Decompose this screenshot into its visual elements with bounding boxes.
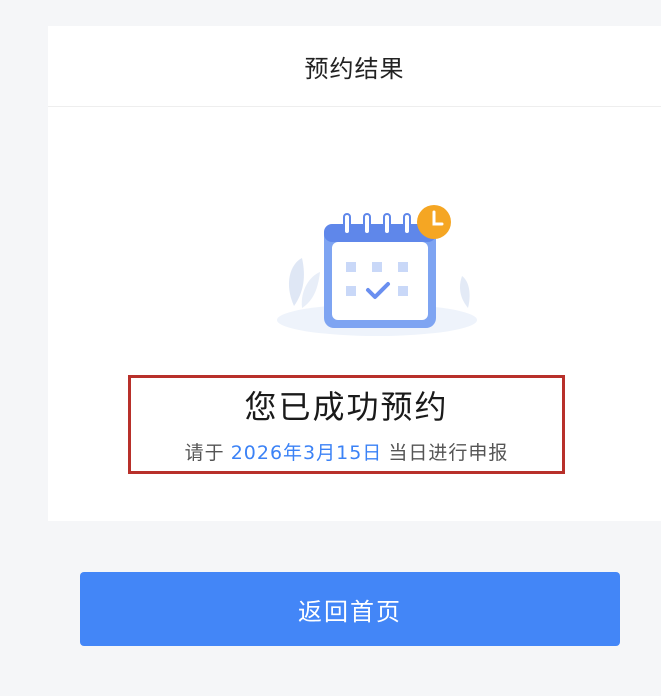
result-card: 预约结果 您已成功预约 请于 2026年3月15日 当日进行申报 xyxy=(48,26,661,521)
result-prefix: 请于 xyxy=(184,442,225,464)
result-subtitle: 请于 2026年3月15日 当日进行申报 xyxy=(131,438,562,465)
page-title: 预约结果 xyxy=(304,54,405,83)
appointment-date: 2026年3月15日 xyxy=(230,442,383,464)
app-screen: 预约结果 您已成功预约 请于 2026年3月15日 当日进行申报 返回首页 xyxy=(0,0,661,696)
page-header: 预约结果 xyxy=(48,26,661,107)
return-home-button[interactable]: 返回首页 xyxy=(80,572,620,646)
result-title: 您已成功预约 xyxy=(244,388,449,426)
calendar-check-with-clock-icon xyxy=(272,180,492,350)
result-suffix: 当日进行申报 xyxy=(388,442,509,464)
result-highlight-box: 您已成功预约 请于 2026年3月15日 当日进行申报 xyxy=(128,375,565,474)
